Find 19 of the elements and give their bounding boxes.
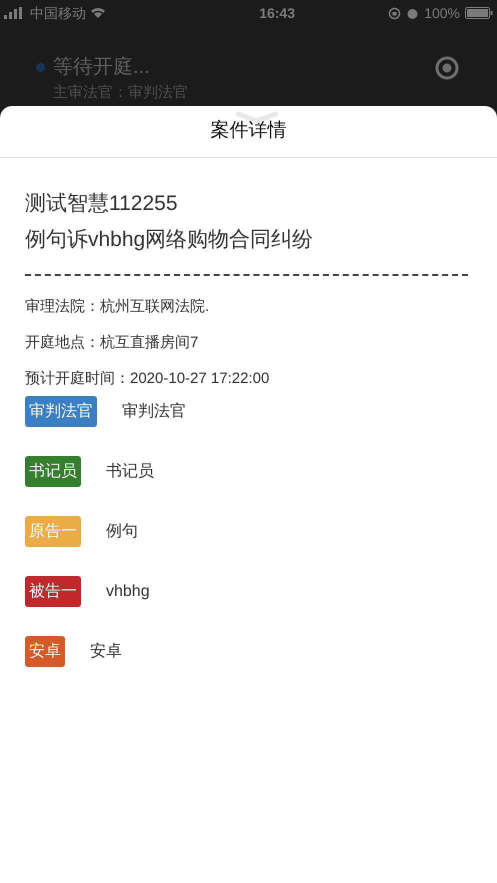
detail-line: 开庭地点：杭互直播房间7 bbox=[25, 333, 200, 353]
clock-time: 16:43 bbox=[259, 4, 295, 22]
participant-name: 例句 bbox=[106, 522, 138, 542]
detail-line: 预计开庭时间：2020-10-27 17:22:00 bbox=[25, 369, 270, 389]
battery-percent: 100% bbox=[424, 4, 460, 22]
role-tag: 被告一 bbox=[25, 576, 81, 607]
role-tag: 安卓 bbox=[25, 636, 65, 667]
case-name: 测试智慧112255 bbox=[25, 191, 179, 217]
role-tag: 审判法官 bbox=[25, 396, 97, 427]
carrier-name: 中国移动 bbox=[30, 4, 86, 22]
participant-name: 安卓 bbox=[90, 642, 122, 662]
role-tag: 原告一 bbox=[25, 516, 81, 547]
detail-line: 审理法院：杭州互联网法院. bbox=[25, 297, 210, 317]
case-title: 例句诉vhbhg网络购物合同纠纷 bbox=[25, 227, 314, 253]
participant-name: 审判法官 bbox=[122, 402, 186, 422]
participant-name: vhbhg bbox=[106, 582, 150, 602]
participant-name: 书记员 bbox=[106, 462, 154, 482]
role-tag: 书记员 bbox=[25, 456, 81, 487]
status-text: 等待开庭... bbox=[53, 55, 150, 80]
